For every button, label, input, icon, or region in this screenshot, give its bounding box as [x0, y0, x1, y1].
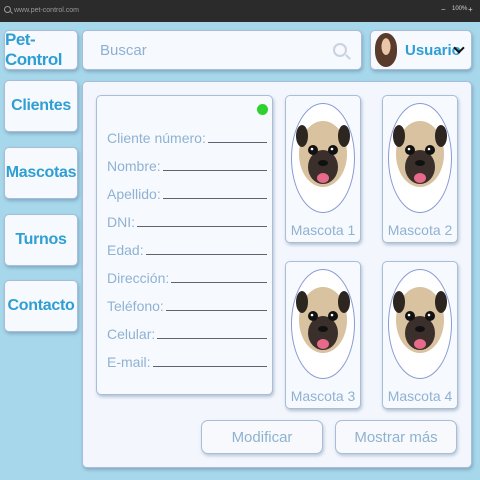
field-line	[162, 198, 267, 199]
field-line	[137, 226, 267, 227]
field-mobile[interactable]: Celular:	[107, 322, 267, 342]
zoom-in-button[interactable]: +	[468, 5, 473, 14]
field-label: Apellido:	[107, 186, 161, 202]
field-phone[interactable]: Teléfono:	[107, 294, 267, 314]
pet-card-1[interactable]: Mascota 1	[285, 95, 361, 243]
pet-label: Mascota 1	[290, 222, 356, 238]
field-name[interactable]: Nombre:	[107, 154, 267, 174]
search-bar	[82, 30, 362, 70]
pet-label: Mascota 2	[387, 222, 453, 238]
pug-icon	[393, 121, 447, 187]
field-label: Nombre:	[107, 158, 161, 174]
field-line	[162, 170, 267, 171]
nav-turnos[interactable]: Turnos	[4, 214, 78, 266]
field-label: Cliente número:	[107, 130, 206, 146]
nav-contacto[interactable]: Contacto	[4, 280, 78, 332]
field-label: Edad:	[107, 242, 144, 258]
field-client-number[interactable]: Cliente número:	[107, 126, 267, 146]
pug-icon	[296, 287, 350, 353]
browser-bar: www.pet-control.com − 100% +	[0, 0, 480, 22]
field-line	[207, 142, 267, 143]
pet-photo	[388, 269, 452, 379]
nav-clientes[interactable]: Clientes	[4, 80, 78, 132]
field-label: Teléfono:	[107, 298, 164, 314]
user-menu[interactable]: Usuario	[370, 30, 472, 70]
field-label: Dirección:	[107, 270, 170, 286]
pet-photo	[388, 103, 452, 213]
search-input[interactable]	[83, 31, 361, 69]
status-indicator	[257, 104, 268, 115]
app-logo[interactable]: Pet-Control	[4, 30, 78, 70]
field-surname[interactable]: Apellido:	[107, 182, 267, 202]
pet-card-3[interactable]: Mascota 3	[285, 261, 361, 409]
client-form: Cliente número: Nombre: Apellido: DNI: E…	[96, 95, 273, 395]
field-address[interactable]: Dirección:	[107, 266, 267, 286]
field-line	[157, 338, 267, 339]
field-email[interactable]: E-mail:	[107, 350, 267, 370]
field-label: DNI:	[107, 214, 135, 230]
pet-label: Mascota 3	[290, 388, 356, 404]
show-more-button[interactable]: Mostrar más	[335, 420, 457, 454]
pet-label: Mascota 4	[387, 388, 453, 404]
search-icon[interactable]	[333, 43, 347, 57]
search-icon	[4, 6, 11, 13]
pug-icon	[393, 287, 447, 353]
avatar	[375, 33, 397, 67]
nav-mascotas[interactable]: Mascotas	[4, 147, 78, 199]
pet-photo	[291, 269, 355, 379]
pug-icon	[296, 121, 350, 187]
field-age[interactable]: Edad:	[107, 238, 267, 258]
zoom-level: 100%	[452, 6, 468, 12]
field-line	[171, 282, 267, 283]
minimize-button[interactable]: −	[441, 5, 446, 14]
user-name: Usuario	[405, 41, 461, 59]
address-bar[interactable]: www.pet-control.com	[14, 7, 79, 14]
pet-photo	[291, 103, 355, 213]
field-label: E-mail:	[107, 354, 151, 370]
pet-card-2[interactable]: Mascota 2	[382, 95, 458, 243]
field-dni[interactable]: DNI:	[107, 210, 267, 230]
field-line	[152, 366, 267, 367]
field-line	[165, 310, 267, 311]
pet-card-4[interactable]: Mascota 4	[382, 261, 458, 409]
field-line	[145, 254, 267, 255]
field-label: Celular:	[107, 326, 156, 342]
modify-button[interactable]: Modificar	[201, 420, 323, 454]
